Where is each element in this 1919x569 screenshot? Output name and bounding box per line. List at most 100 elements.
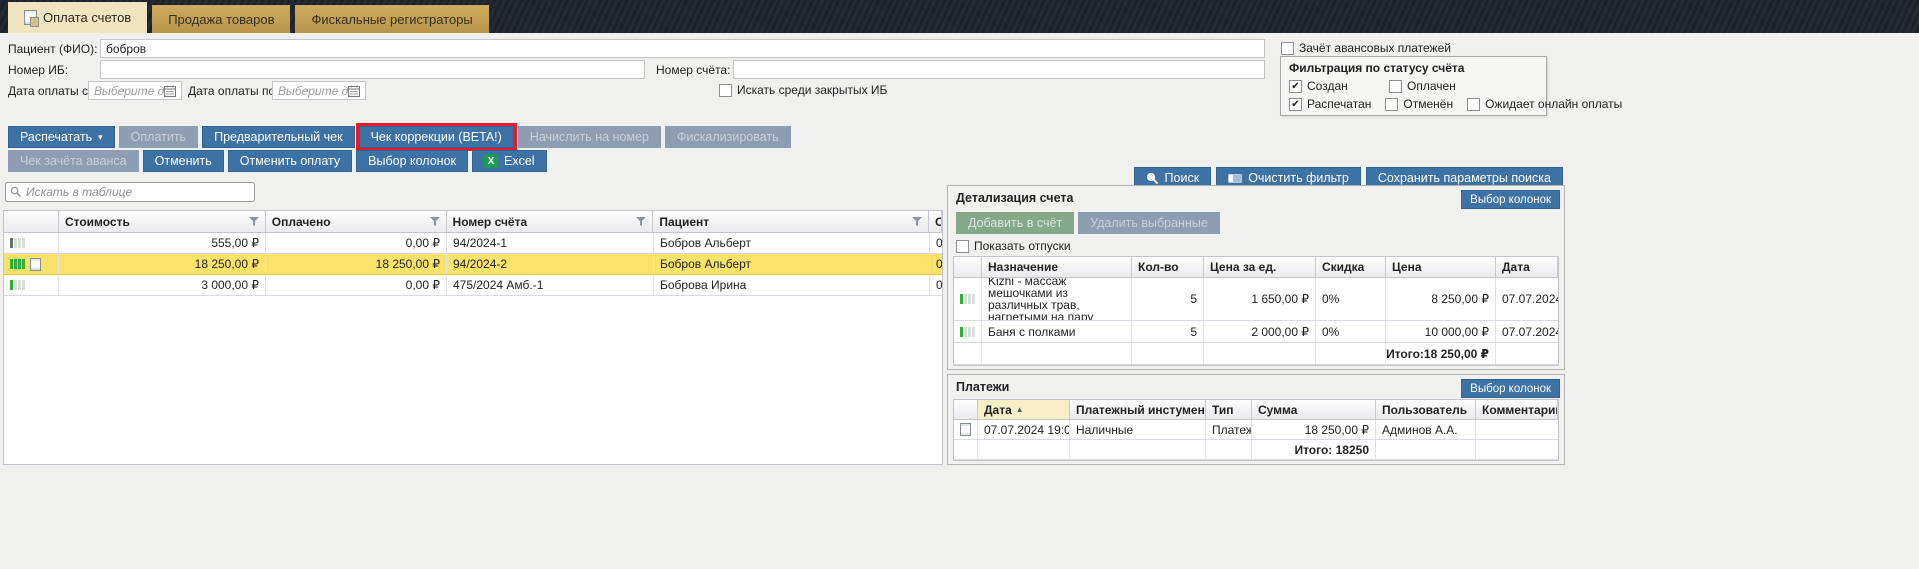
checkbox-label: Создан: [1307, 79, 1348, 93]
payment-amount-cell: 18 250,00 ₽: [1252, 420, 1376, 439]
tab-fiscal-registers[interactable]: Фискальные регистраторы: [295, 5, 488, 33]
calendar-icon[interactable]: [348, 85, 360, 97]
tab-label: Фискальные регистраторы: [311, 12, 472, 27]
correction-receipt-button[interactable]: Чек коррекции (BETA!): [359, 126, 514, 148]
invoice-number-cell: 94/2024-2: [447, 254, 654, 274]
instrument-column-header[interactable]: Платежный инстумент: [1070, 400, 1206, 419]
invoice-number-column-header[interactable]: Номер счёта: [447, 211, 654, 232]
document-icon: [24, 10, 37, 25]
invoices-table-header: Стоимость Оплачено Номер счёта Пациент С: [4, 211, 942, 233]
excel-export-button[interactable]: X Excel: [472, 150, 547, 172]
date-column-header[interactable]: Дата ▲: [978, 400, 1070, 419]
discount-column-header[interactable]: Скидка: [1316, 257, 1386, 277]
tab-bar: Оплата счетов Продажа товаров Фискальные…: [0, 0, 1919, 33]
column-label: Скидка: [1322, 260, 1364, 274]
cancel-payment-button[interactable]: Отменить оплату: [228, 150, 352, 172]
detail-column-select-button[interactable]: Выбор колонок: [1461, 190, 1560, 209]
quantity-cell: 5: [1132, 278, 1204, 320]
invoice-number-cell: 94/2024-1: [447, 233, 654, 253]
delete-selected-button[interactable]: Удалить выбранные: [1078, 212, 1220, 234]
amount-column-header[interactable]: Сумма: [1252, 400, 1376, 419]
tab-goods-sale[interactable]: Продажа товаров: [152, 5, 290, 33]
status-checkbox-awaiting-online[interactable]: Ожидает онлайн оплаты: [1467, 97, 1622, 111]
quantity-column-header[interactable]: Кол-во: [1132, 257, 1204, 277]
advance-offset-checkbox[interactable]: Зачёт авансовых платежей: [1281, 41, 1451, 55]
paid-cell: 0,00 ₽: [266, 275, 447, 295]
filter-funnel-icon[interactable]: [249, 217, 259, 226]
cost-cell: 18 250,00 ₽: [59, 254, 266, 274]
paid-column-header[interactable]: Оплачено: [266, 211, 447, 232]
payments-column-select-button[interactable]: Выбор колонок: [1461, 379, 1560, 398]
invoice-number-input[interactable]: [733, 60, 1265, 79]
date-from-input[interactable]: [94, 84, 164, 98]
service-column-header[interactable]: Назначение: [982, 257, 1132, 277]
checkbox-label: Искать среди закрытых ИБ: [737, 83, 887, 97]
ib-number-input[interactable]: [100, 60, 645, 79]
invoice-row[interactable]: 3 000,00 ₽ 0,00 ₽ 475/2024 Амб.-1 Бобров…: [4, 275, 942, 296]
fiscalize-button[interactable]: Фискализировать: [665, 126, 791, 148]
show-vacations-checkbox[interactable]: Показать отпуски: [956, 239, 1071, 253]
unit-price-cell: 2 000,00 ₽: [1204, 321, 1316, 342]
invoice-row-selected[interactable]: 18 250,00 ₽ 18 250,00 ₽ 94/2024-2 Бобров…: [4, 254, 942, 275]
clear-filter-icon: [1228, 174, 1242, 183]
date-cell: 07.07.2024: [1496, 321, 1558, 342]
patient-column-header[interactable]: Пациент: [653, 211, 929, 232]
date-from-picker[interactable]: [88, 81, 182, 100]
add-to-invoice-button[interactable]: Добавить в счёт: [956, 212, 1074, 234]
comment-column-header[interactable]: Комментарий: [1476, 400, 1558, 419]
filter-funnel-icon[interactable]: [430, 217, 440, 226]
search-icon: [1146, 172, 1159, 185]
truncated-column-header[interactable]: С: [929, 211, 942, 232]
status-checkbox-cancelled[interactable]: Отменён: [1385, 97, 1453, 111]
sort-ascending-icon: ▲: [1016, 405, 1024, 414]
table-search-box[interactable]: [5, 182, 255, 202]
payments-total: Итого: 18250: [1252, 440, 1376, 459]
column-label: С: [935, 215, 942, 229]
pay-button[interactable]: Оплатить: [119, 126, 198, 148]
tab-invoice-payment[interactable]: Оплата счетов: [8, 2, 147, 33]
unit-price-column-header[interactable]: Цена за ед.: [1204, 257, 1316, 277]
preliminary-receipt-button[interactable]: Предварительный чек: [202, 126, 355, 148]
type-column-header[interactable]: Тип: [1206, 400, 1252, 419]
table-search-input[interactable]: [26, 185, 250, 199]
user-column-header[interactable]: Пользователь: [1376, 400, 1476, 419]
detail-table-header: Назначение Кол-во Цена за ед. Скидка Цен…: [954, 257, 1558, 278]
patient-cell: Бобров Альберт: [654, 254, 930, 274]
calendar-icon[interactable]: [164, 85, 176, 97]
column-select-button[interactable]: Выбор колонок: [356, 150, 468, 172]
tab-label: Продажа товаров: [168, 12, 274, 27]
service-cell: Kizhi - массаж мешочками из различных тр…: [982, 278, 1132, 320]
status-checkbox-created[interactable]: ✔ Создан: [1289, 79, 1375, 93]
paid-cell: 18 250,00 ₽: [266, 254, 447, 274]
date-to-picker[interactable]: [272, 81, 366, 100]
print-button[interactable]: Распечатать ▾: [8, 126, 115, 148]
detail-row[interactable]: Kizhi - массаж мешочками из различных тр…: [954, 278, 1558, 321]
column-label: Цена: [1392, 260, 1422, 274]
price-column-header[interactable]: Цена: [1386, 257, 1496, 277]
checkbox-label: Показать отпуски: [974, 239, 1071, 253]
detail-row[interactable]: Баня с полками 5 2 000,00 ₽ 0% 10 000,00…: [954, 321, 1558, 343]
button-label: Чек зачёта аванса: [20, 154, 127, 168]
patient-input[interactable]: [100, 39, 1265, 58]
search-closed-ib-checkbox[interactable]: Искать среди закрытых ИБ: [719, 83, 887, 97]
checkbox-label: Распечатан: [1307, 97, 1371, 111]
date-cell: 07.07.2024: [1496, 278, 1558, 320]
invoice-row[interactable]: 555,00 ₽ 0,00 ₽ 94/2024-1 Бобров Альберт…: [4, 233, 942, 254]
advance-offset-receipt-button[interactable]: Чек зачёта аванса: [8, 150, 139, 172]
payment-instrument-cell: Наличные: [1070, 420, 1206, 439]
column-label: Цена за ед.: [1210, 260, 1276, 274]
filter-funnel-icon[interactable]: [912, 217, 922, 226]
status-bars-icon: [10, 238, 25, 248]
payment-date-cell: 07.07.2024 19:06: [978, 420, 1070, 439]
button-label: Сохранить параметры поиска: [1378, 171, 1551, 185]
status-checkbox-paid[interactable]: Оплачен: [1389, 79, 1456, 93]
status-checkbox-printed[interactable]: ✔ Распечатан: [1289, 97, 1371, 111]
button-label: Выбор колонок: [368, 154, 456, 168]
date-column-header[interactable]: Дата: [1496, 257, 1558, 277]
payment-row[interactable]: 07.07.2024 19:06 Наличные Платеж 18 250,…: [954, 420, 1558, 440]
cost-column-header[interactable]: Стоимость: [59, 211, 266, 232]
date-to-input[interactable]: [278, 84, 348, 98]
charge-to-number-button[interactable]: Начислить на номер: [518, 126, 661, 148]
cancel-button[interactable]: Отменить: [143, 150, 224, 172]
filter-funnel-icon[interactable]: [636, 217, 646, 226]
